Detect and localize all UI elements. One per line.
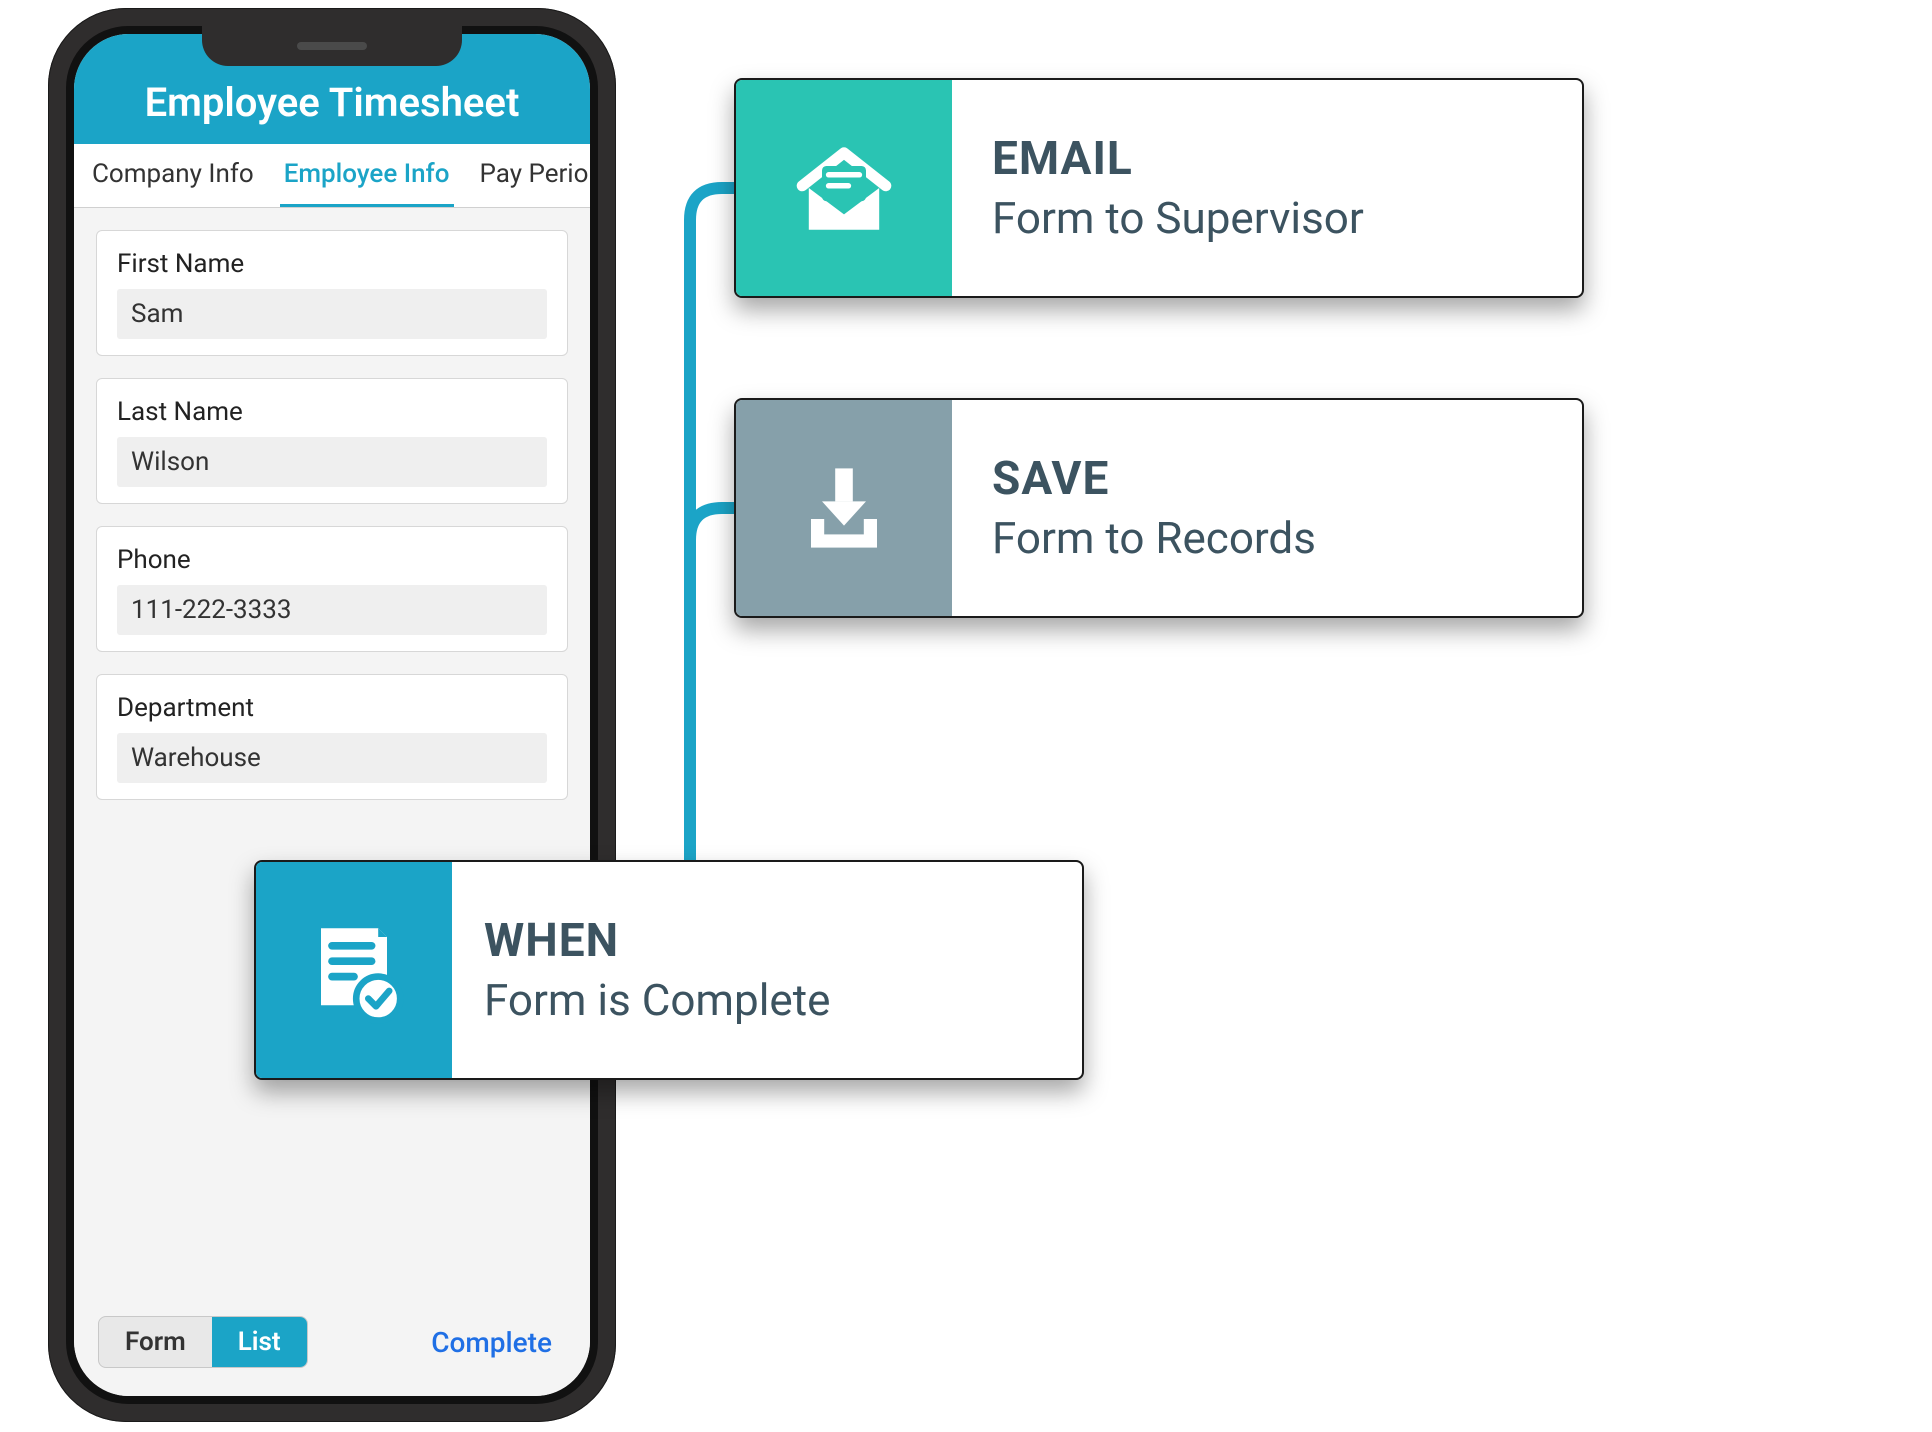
card-title: WHEN [484,914,1082,968]
field-value[interactable]: 111-222-3333 [117,585,547,635]
view-toggle: Form List [98,1316,308,1368]
phone-frame: Employee Timesheet Company Info Employee… [48,8,616,1422]
tab-employee-info[interactable]: Employee Info [280,144,454,207]
app-screen: Employee Timesheet Company Info Employee… [74,34,590,1396]
phone-notch [202,26,462,66]
field-label: Department [117,693,547,723]
complete-button[interactable]: Complete [431,1326,566,1359]
email-icon [736,80,952,296]
field-first-name[interactable]: First Name Sam [96,230,568,356]
tab-company-info[interactable]: Company Info [88,144,258,207]
trigger-card-when: WHEN Form is Complete [254,860,1084,1080]
field-label: Phone [117,545,547,575]
card-subtitle: Form to Records [992,512,1582,564]
field-phone[interactable]: Phone 111-222-3333 [96,526,568,652]
tab-pay-period[interactable]: Pay Perio [476,144,591,207]
segment-list[interactable]: List [212,1317,307,1367]
card-subtitle: Form to Supervisor [992,192,1582,244]
card-title: EMAIL [992,132,1582,186]
field-value[interactable]: Wilson [117,437,547,487]
form-area: First Name Sam Last Name Wilson Phone 11… [74,208,590,1306]
field-label: Last Name [117,397,547,427]
field-label: First Name [117,249,547,279]
action-card-save: SAVE Form to Records [734,398,1584,618]
action-card-email: EMAIL Form to Supervisor [734,78,1584,298]
save-icon [736,400,952,616]
field-last-name[interactable]: Last Name Wilson [96,378,568,504]
card-title: SAVE [992,452,1582,506]
bottom-toolbar: Form List Complete [74,1306,590,1396]
segment-form[interactable]: Form [99,1317,212,1367]
tab-bar: Company Info Employee Info Pay Perio [74,144,590,208]
form-complete-icon [256,862,452,1078]
card-subtitle: Form is Complete [484,974,1082,1026]
field-value[interactable]: Sam [117,289,547,339]
field-department[interactable]: Department Warehouse [96,674,568,800]
field-value[interactable]: Warehouse [117,733,547,783]
